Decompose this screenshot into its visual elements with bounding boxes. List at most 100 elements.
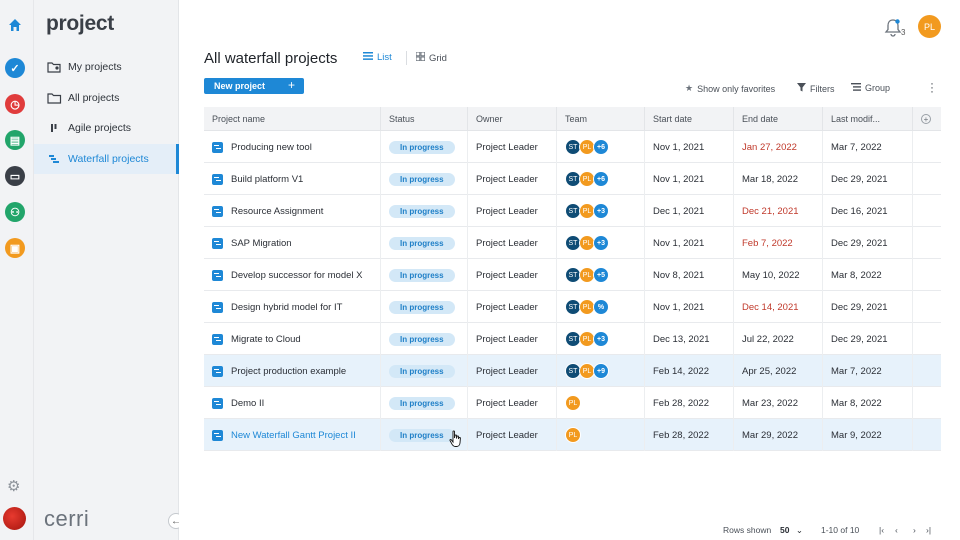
cell-project-name[interactable]: Resource Assignment: [204, 195, 381, 227]
sidebar-item-my-projects[interactable]: My projects: [34, 52, 179, 82]
table-row[interactable]: Migrate to Cloud In progress Project Lea…: [204, 323, 941, 355]
briefcase-icon[interactable]: ▣: [5, 238, 25, 258]
table-row[interactable]: Design hybrid model for IT In progress P…: [204, 291, 941, 323]
cell-team: PL: [557, 387, 645, 419]
project-name-link[interactable]: SAP Migration: [231, 238, 292, 249]
first-page-icon[interactable]: |‹: [879, 525, 884, 535]
team-more-badge[interactable]: +9: [593, 363, 609, 379]
cell-last-modified: Dec 29, 2021: [823, 291, 913, 323]
cell-spacer: [913, 259, 941, 291]
cell-spacer: [913, 323, 941, 355]
column-header-start-date[interactable]: Start date: [645, 107, 734, 131]
project-name-link[interactable]: Demo II: [231, 398, 264, 409]
project-name-link[interactable]: Migrate to Cloud: [231, 334, 301, 345]
team-more-badge[interactable]: +3: [593, 235, 609, 251]
table-row[interactable]: Producing new tool In progress Project L…: [204, 131, 941, 163]
waterfall-project-icon: [212, 269, 223, 281]
team-more-badge[interactable]: %: [593, 299, 609, 315]
team-avatar-pl[interactable]: PL: [565, 427, 581, 443]
project-name-link[interactable]: New Waterfall Gantt Project II: [231, 430, 356, 441]
cell-project-name[interactable]: SAP Migration: [204, 227, 381, 259]
cell-status: In progress: [381, 291, 468, 323]
new-project-button[interactable]: New project +: [204, 78, 304, 94]
team-icon[interactable]: ⚇: [5, 202, 25, 222]
project-name-link[interactable]: Resource Assignment: [231, 206, 323, 217]
cell-project-name[interactable]: Migrate to Cloud: [204, 323, 381, 355]
user-avatar[interactable]: PL: [918, 15, 941, 38]
cell-owner: Project Leader: [468, 355, 557, 387]
timer-icon[interactable]: ◷: [5, 94, 25, 114]
cell-project-name[interactable]: Design hybrid model for IT: [204, 291, 381, 323]
table-row[interactable]: Resource Assignment In progress Project …: [204, 195, 941, 227]
table-row[interactable]: SAP Migration In progress Project Leader…: [204, 227, 941, 259]
cell-project-name[interactable]: Producing new tool: [204, 131, 381, 163]
project-name-link[interactable]: Project production example: [231, 366, 346, 377]
projects-folder-icon[interactable]: ▭: [5, 166, 25, 186]
cell-project-name[interactable]: New Waterfall Gantt Project II: [204, 419, 381, 451]
grid-icon: [415, 51, 426, 64]
table-row[interactable]: Develop successor for model X In progres…: [204, 259, 941, 291]
home-icon[interactable]: [7, 17, 23, 33]
next-page-icon[interactable]: ›: [913, 525, 916, 535]
waterfall-project-icon: [212, 429, 223, 441]
cell-project-name[interactable]: Develop successor for model X: [204, 259, 381, 291]
tab-label: Grid: [429, 52, 447, 64]
filters-button[interactable]: Filters: [797, 83, 835, 94]
prev-page-icon[interactable]: ‹: [895, 525, 898, 535]
add-column-button[interactable]: +: [913, 107, 941, 131]
project-name-link[interactable]: Design hybrid model for IT: [231, 302, 342, 313]
status-badge: In progress: [389, 236, 455, 250]
column-header-owner[interactable]: Owner: [468, 107, 557, 131]
team-avatar-pl[interactable]: PL: [565, 395, 581, 411]
settings-gear-icon[interactable]: ⚙: [7, 477, 20, 495]
project-name-link[interactable]: Producing new tool: [231, 142, 312, 153]
column-header-project-name[interactable]: Project name: [204, 107, 381, 131]
cell-start-date: Nov 1, 2021: [645, 131, 734, 163]
cell-start-date: Feb 28, 2022: [645, 387, 734, 419]
team-more-badge[interactable]: +6: [593, 139, 609, 155]
team-more-badge[interactable]: +3: [593, 203, 609, 219]
cell-last-modified: Mar 7, 2022: [823, 131, 913, 163]
document-icon[interactable]: ▤: [5, 130, 25, 150]
table-row[interactable]: Demo II In progress Project Leader PL Fe…: [204, 387, 941, 419]
project-name-link[interactable]: Develop successor for model X: [231, 270, 362, 281]
team-more-badge[interactable]: +3: [593, 331, 609, 347]
column-header-status[interactable]: Status: [381, 107, 468, 131]
show-favorites-toggle[interactable]: ★ Show only favorites: [685, 83, 775, 94]
tab-list-view[interactable]: List: [363, 52, 392, 63]
cell-project-name[interactable]: Project production example: [204, 355, 381, 387]
more-options-icon[interactable]: · · ·: [929, 77, 935, 97]
cell-project-name[interactable]: Demo II: [204, 387, 381, 419]
status-badge: In progress: [389, 332, 455, 346]
last-page-icon[interactable]: ›|: [926, 525, 931, 535]
cell-project-name[interactable]: Build platform V1: [204, 163, 381, 195]
team-more-badge[interactable]: +5: [593, 267, 609, 283]
rows-shown-select[interactable]: 50 ⌄: [780, 525, 803, 536]
cell-end-date: Mar 18, 2022: [734, 163, 823, 195]
waterfall-project-icon: [212, 173, 223, 185]
team-avatars: ST PL +3: [565, 203, 609, 219]
table-row[interactable]: Build platform V1 In progress Project Le…: [204, 163, 941, 195]
table-row[interactable]: Project production example In progress P…: [204, 355, 941, 387]
sidebar-item-all-projects[interactable]: All projects: [34, 83, 179, 113]
status-badge: In progress: [389, 204, 455, 218]
group-button[interactable]: Group: [851, 83, 890, 93]
cell-end-date: Jan 27, 2022: [734, 131, 823, 163]
sidebar-item-waterfall-projects[interactable]: Waterfall projects: [34, 144, 179, 174]
tasks-check-icon[interactable]: ✓: [5, 58, 25, 78]
table-header: Project name Status Owner Team Start dat…: [204, 107, 941, 131]
table-row[interactable]: New Waterfall Gantt Project II In progre…: [204, 419, 941, 451]
waterfall-project-icon: [212, 301, 223, 313]
chevron-down-icon: ⌄: [795, 525, 803, 535]
profile-avatar[interactable]: [3, 507, 26, 530]
projects-table: Project name Status Owner Team Start dat…: [204, 107, 941, 451]
project-name-link[interactable]: Build platform V1: [231, 174, 303, 185]
column-header-last-modified[interactable]: Last modif...: [823, 107, 913, 131]
sidebar-item-agile-projects[interactable]: Agile projects: [34, 113, 179, 143]
cell-status: In progress: [381, 323, 468, 355]
column-header-end-date[interactable]: End date: [734, 107, 823, 131]
team-more-badge[interactable]: +6: [593, 171, 609, 187]
tab-grid-view[interactable]: Grid: [415, 51, 447, 64]
column-header-team[interactable]: Team: [557, 107, 645, 131]
team-avatars: ST PL%: [565, 299, 609, 315]
